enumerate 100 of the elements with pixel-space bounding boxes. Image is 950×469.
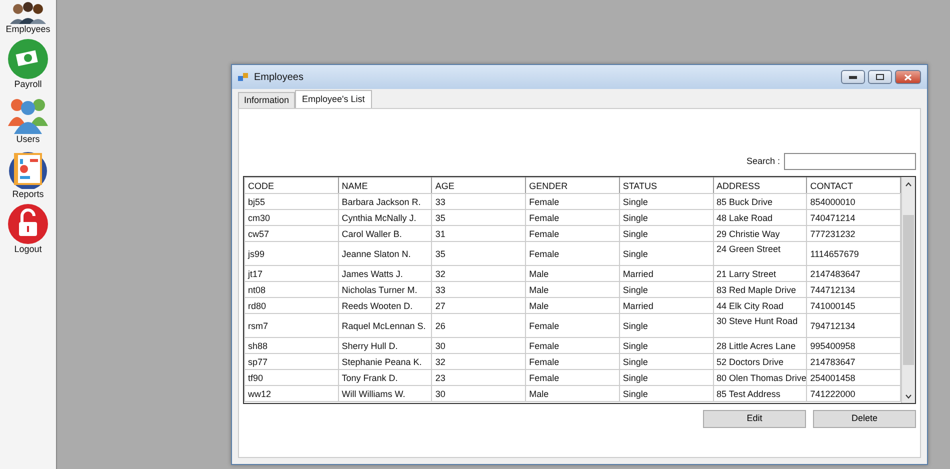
table-cell: sp77: [244, 354, 338, 370]
edit-button[interactable]: Edit: [703, 410, 806, 428]
table-cell: js99: [244, 242, 338, 266]
column-header[interactable]: AGE: [432, 178, 526, 194]
table-cell: Female: [526, 314, 620, 338]
table-cell: ww12: [244, 386, 338, 402]
minimize-button[interactable]: [841, 70, 865, 84]
table-cell: Male: [526, 386, 620, 402]
table-cell: 85 Buck Drive: [713, 194, 807, 210]
table-cell: 33: [432, 194, 526, 210]
table-cell: 35: [432, 242, 526, 266]
table-cell: Cynthia McNally J.: [338, 210, 432, 226]
maximize-button[interactable]: [868, 70, 892, 84]
sidebar-label: Users: [16, 134, 40, 145]
table-cell: 32: [432, 354, 526, 370]
table-cell: Raquel McLennan S.: [338, 314, 432, 338]
table-cell: Will Williams W.: [338, 386, 432, 402]
table-cell: Female: [526, 210, 620, 226]
table-cell: 741222000: [806, 386, 900, 402]
table-cell: Male: [526, 266, 620, 282]
table-cell: 794712134: [806, 314, 900, 338]
table-cell: Single: [619, 194, 714, 210]
column-header[interactable]: STATUS: [619, 178, 714, 194]
table-cell: 52 Doctors Drive: [713, 354, 807, 370]
sidebar-label: Payroll: [14, 79, 42, 90]
table-cell: Single: [619, 282, 714, 298]
table-cell: rsm7: [244, 314, 338, 338]
column-header[interactable]: CONTACT: [806, 178, 900, 194]
table-cell: Married: [619, 266, 714, 282]
scroll-down-icon[interactable]: [905, 394, 912, 398]
app-icon: [238, 72, 249, 82]
maximize-icon: [876, 74, 884, 80]
table-cell: Single: [619, 210, 714, 226]
tab[interactable]: Employee's List: [295, 90, 372, 108]
table-cell: Nicholas Turner M.: [338, 282, 432, 298]
search-field[interactable]: [784, 153, 916, 170]
close-icon: [904, 74, 912, 80]
table-cell: Single: [619, 370, 714, 386]
money-icon: [8, 39, 48, 79]
table-cell: Carol Waller B.: [338, 226, 432, 242]
table-cell: 1114657679: [806, 242, 900, 266]
sidebar-item[interactable]: Users: [8, 94, 48, 145]
table-cell: 27: [432, 298, 526, 314]
scrollbar[interactable]: [901, 177, 915, 403]
column-header[interactable]: CODE: [244, 178, 338, 194]
table-cell: sh88: [244, 338, 338, 354]
sidebar-item[interactable]: Payroll: [8, 39, 48, 90]
table-cell: 30 Steve Hunt Road: [713, 314, 807, 338]
table-cell: Single: [619, 242, 714, 266]
table-cell: Jeanne Slaton N.: [338, 242, 432, 266]
table-cell: Single: [619, 226, 714, 242]
sidebar-item[interactable]: Logout: [8, 204, 48, 255]
table-cell: Sherry Hull D.: [338, 338, 432, 354]
table-cell: 35: [432, 210, 526, 226]
table-cell: Reeds Wooten D.: [338, 298, 432, 314]
column-header[interactable]: GENDER: [526, 178, 620, 194]
table-cell: cm30: [244, 210, 338, 226]
table-cell: Female: [526, 194, 620, 210]
table-cell: 28 Little Acres Lane: [713, 338, 807, 354]
sidebar-item[interactable]: Employees: [6, 0, 50, 35]
table-cell: Barbara Jackson R.: [338, 194, 432, 210]
tab[interactable]: Information: [238, 92, 296, 108]
close-button[interactable]: [895, 70, 921, 84]
table-cell: bj55: [244, 194, 338, 210]
table-cell: 31: [432, 226, 526, 242]
table-cell: Male: [526, 282, 620, 298]
table-cell: Female: [526, 226, 620, 242]
sidebar-item[interactable]: Reports: [8, 149, 48, 200]
table-cell: 21 Larry Street: [713, 266, 807, 282]
table-cell: 23: [432, 370, 526, 386]
table-cell: Stephanie Peana K.: [338, 354, 432, 370]
table-cell: 80 Olen Thomas Drive: [713, 370, 807, 386]
table-cell: James Watts J.: [338, 266, 432, 282]
table-cell: 29 Christie Way: [713, 226, 807, 242]
table-cell: 48 Lake Road: [713, 210, 807, 226]
table-cell: nt08: [244, 282, 338, 298]
sidebar-label: Logout: [14, 244, 42, 255]
scroll-up-icon[interactable]: [905, 182, 912, 186]
table-cell: jt17: [244, 266, 338, 282]
table-cell: 32: [432, 266, 526, 282]
table-cell: Male: [526, 298, 620, 314]
delete-button[interactable]: Delete: [813, 410, 916, 428]
table-cell: Single: [619, 354, 714, 370]
table-cell: 85 Test Address: [713, 386, 807, 402]
table-cell: tf90: [244, 370, 338, 386]
search-label: Search :: [746, 154, 780, 168]
table-cell: 30: [432, 386, 526, 402]
table-cell: rd80: [244, 298, 338, 314]
table-cell: 30: [432, 338, 526, 354]
table-cell: Single: [619, 338, 714, 354]
column-header[interactable]: ADDRESS: [713, 178, 807, 194]
column-header[interactable]: NAME: [338, 178, 432, 194]
table-cell: Female: [526, 370, 620, 386]
sidebar-label: Employees: [6, 24, 50, 35]
table-cell: cw57: [244, 226, 338, 242]
table-cell: Married: [619, 298, 714, 314]
lock-icon: [8, 204, 48, 244]
table-cell: 26: [432, 314, 526, 338]
table-cell: Female: [526, 338, 620, 354]
table-cell: 254001458: [806, 370, 900, 386]
